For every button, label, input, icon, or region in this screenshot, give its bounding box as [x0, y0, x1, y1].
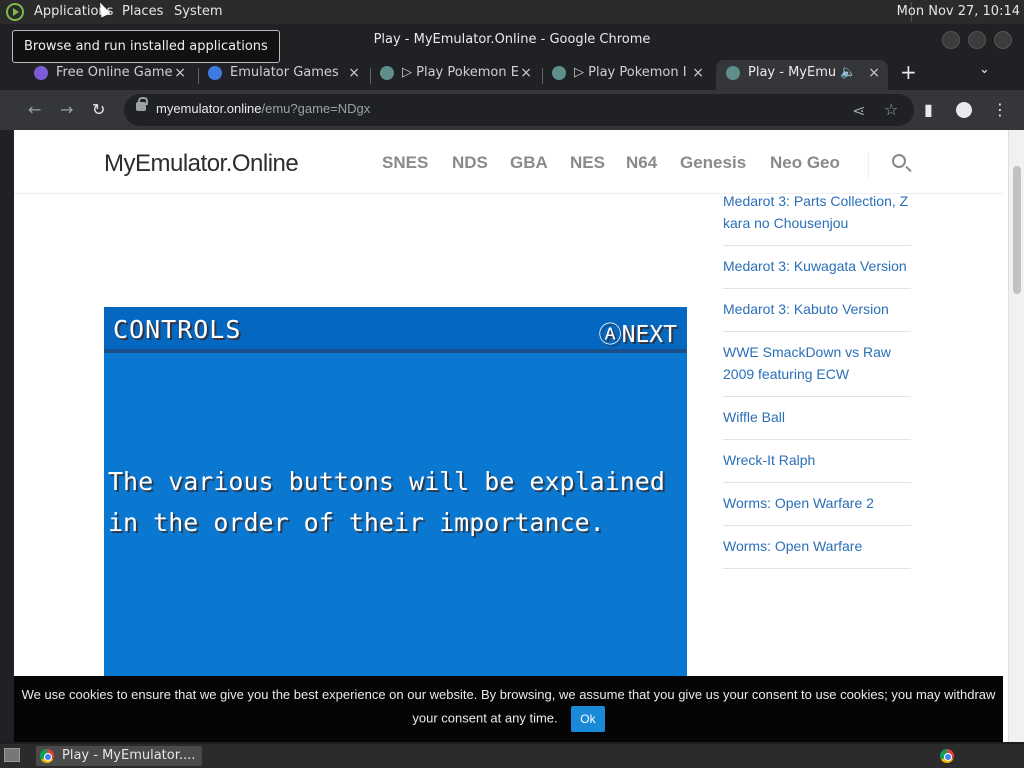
kebab-menu-icon[interactable]: ⋮: [992, 100, 1008, 119]
window-title: Play - MyEmulator.Online - Google Chrome: [373, 32, 651, 47]
page-scrollbar[interactable]: [1008, 130, 1024, 742]
nav-nds[interactable]: NDS: [452, 153, 488, 173]
close-tab-icon[interactable]: ×: [348, 60, 360, 86]
reload-icon[interactable]: ↻: [92, 100, 105, 119]
game-dialog-text: The various buttons will be explained in…: [108, 467, 665, 537]
chrome-tray-icon[interactable]: [940, 749, 954, 763]
game-link[interactable]: Medarot 3: Parts Collection, Z kara no C…: [723, 190, 911, 246]
cookie-banner: We use cookies to ensure that we give yo…: [14, 676, 1003, 742]
cookie-ok-button[interactable]: Ok: [571, 706, 605, 732]
game-list-sidebar: Medarot 3: Parts Collection, Z kara no C…: [723, 190, 911, 569]
nav-n64[interactable]: N64: [626, 153, 657, 173]
scrollbar-thumb[interactable]: [1013, 166, 1021, 294]
twitch-favicon-icon: [34, 66, 48, 80]
top-panel: Applications Places System Mon Nov 27, 1…: [0, 0, 1024, 24]
tab-play-pokemon-2[interactable]: ▷ Play Pokemon I ×: [542, 60, 712, 90]
close-tab-icon[interactable]: ×: [692, 60, 704, 86]
game-link[interactable]: Medarot 3: Kuwagata Version: [723, 246, 911, 289]
places-menu[interactable]: Places: [122, 4, 163, 19]
game-link[interactable]: Medarot 3: Kabuto Version: [723, 289, 911, 332]
chrome-icon: [40, 749, 54, 763]
search-icon[interactable]: [892, 154, 906, 168]
close-tab-icon[interactable]: ×: [520, 60, 532, 86]
close-window-button[interactable]: [994, 31, 1012, 49]
show-desktop-icon[interactable]: [4, 748, 20, 762]
gamepad-favicon-icon: [552, 66, 566, 80]
clock[interactable]: Mon Nov 27, 10:14: [897, 4, 1020, 19]
minimize-button[interactable]: [942, 31, 960, 49]
lock-icon[interactable]: [136, 97, 148, 111]
emulator-game-screen[interactable]: CONTROLS ⒶNEXT The various buttons will …: [104, 307, 687, 687]
game-link[interactable]: Wiffle Ball: [723, 397, 911, 440]
nav-genesis[interactable]: Genesis: [680, 153, 746, 173]
share-icon[interactable]: ⋖: [852, 101, 865, 120]
forward-arrow-icon[interactable]: →: [60, 100, 73, 119]
back-arrow-icon[interactable]: ←: [28, 100, 41, 119]
browser-toolbar: ← → ↻ myemulator.online/emu?game=NDgx ⋖ …: [0, 90, 1024, 130]
tooltip: Browse and run installed applications: [12, 30, 280, 63]
close-tab-icon[interactable]: ×: [174, 60, 186, 86]
game-header-bar: CONTROLS ⒶNEXT: [104, 307, 687, 353]
nav-snes[interactable]: SNES: [382, 153, 428, 173]
new-tab-button[interactable]: +: [900, 60, 917, 84]
emulator-games-favicon-icon: [208, 66, 222, 80]
bottom-taskbar: Play - MyEmulator....: [0, 744, 1024, 768]
tab-emulator-games[interactable]: Emulator Games ×: [198, 60, 368, 90]
site-header: MyEmulator.Online SNES NDS GBA NES N64 G…: [14, 134, 1004, 194]
game-title: CONTROLS: [113, 315, 242, 344]
nav-neo-geo[interactable]: Neo Geo: [770, 153, 840, 173]
tab-free-online-games[interactable]: Free Online Game ×: [24, 60, 194, 90]
system-menu[interactable]: System: [174, 4, 222, 19]
nav-gba[interactable]: GBA: [510, 153, 548, 173]
address-bar[interactable]: myemulator.online/emu?game=NDgx ⋖ ☆: [124, 94, 914, 126]
distro-logo-icon[interactable]: [6, 3, 24, 21]
game-next-prompt: ⒶNEXT: [598, 322, 677, 348]
nav-nes[interactable]: NES: [570, 153, 605, 173]
site-logo[interactable]: MyEmulator.Online: [104, 150, 299, 178]
taskbar-window-chrome[interactable]: Play - MyEmulator....: [36, 746, 202, 766]
game-link[interactable]: Wreck-It Ralph: [723, 440, 911, 483]
tab-play-pokemon-1[interactable]: ▷ Play Pokemon E ×: [370, 60, 540, 90]
gamepad-favicon-icon: [380, 66, 394, 80]
cookie-text: We use cookies to ensure that we give yo…: [21, 687, 996, 726]
maximize-button[interactable]: [968, 31, 986, 49]
game-link[interactable]: Worms: Open Warfare: [723, 526, 911, 569]
close-tab-icon[interactable]: ×: [868, 60, 880, 86]
page-viewport: MyEmulator.Online SNES NDS GBA NES N64 G…: [0, 130, 1024, 742]
url-text[interactable]: myemulator.online/emu?game=NDgx: [156, 101, 370, 116]
gamepad-favicon-icon: [726, 66, 740, 80]
game-link[interactable]: Worms: Open Warfare 2: [723, 483, 911, 526]
bookmark-star-icon[interactable]: ☆: [884, 100, 898, 119]
tab-search-chevron-down-icon[interactable]: ⌄: [979, 62, 990, 77]
profile-avatar-icon[interactable]: [956, 102, 972, 118]
side-panel-icon[interactable]: ▮: [924, 100, 933, 119]
speaker-audio-icon[interactable]: 🔈: [840, 60, 856, 86]
game-link[interactable]: WWE SmackDown vs Raw 2009 featuring ECW: [723, 332, 911, 397]
tab-play-myemulator[interactable]: Play - MyEmu 🔈 ×: [716, 60, 888, 90]
